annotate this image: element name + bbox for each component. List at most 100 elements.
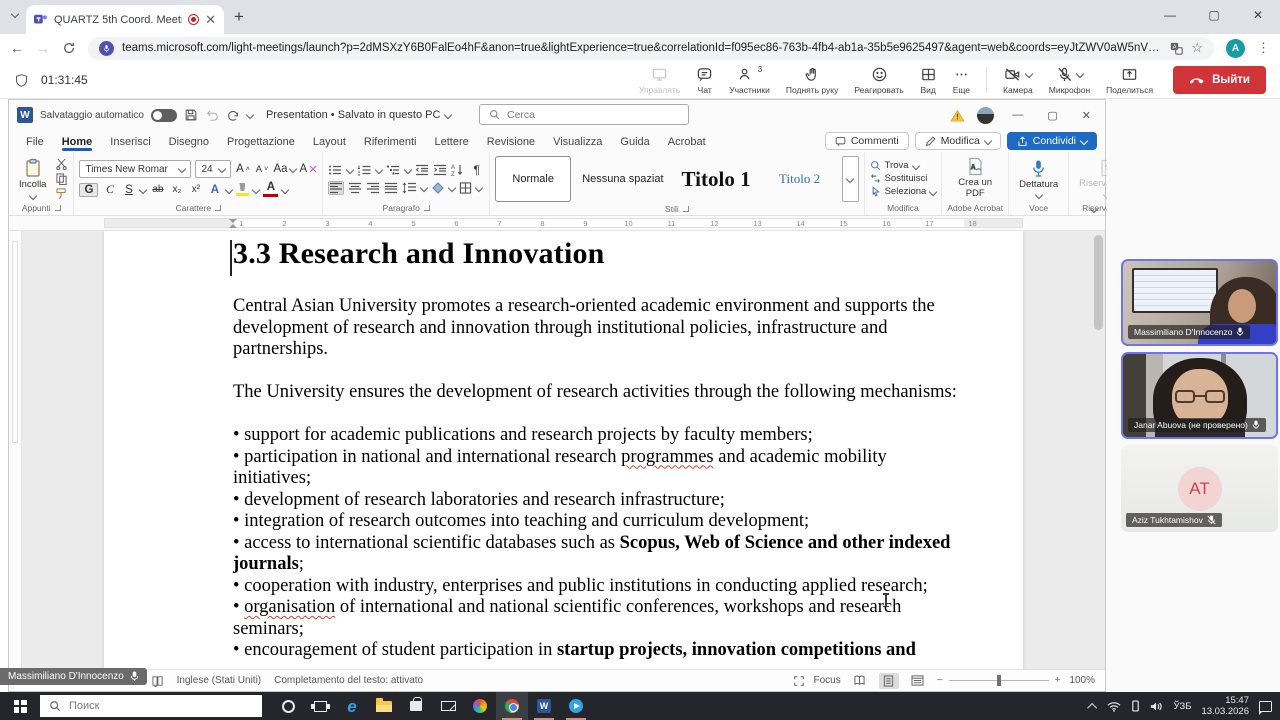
font-color-chevron-icon[interactable] [281,185,289,193]
url-text[interactable]: teams.microsoft.com/light-meetings/launc… [122,42,1162,54]
camera-button[interactable]: Камера [995,64,1041,97]
styles-more-button[interactable] [842,156,859,202]
browser-restore-button[interactable]: ▢ [1192,0,1236,30]
chat-button[interactable]: Чат [688,64,721,97]
browser-close-button[interactable]: ✕ [1236,0,1280,30]
taskbar-search-input[interactable] [69,700,253,712]
grow-font-button[interactable]: A˄ [235,163,250,175]
taskbar-photos-button[interactable] [464,692,496,720]
taskbar-taskview-button[interactable] [304,692,336,720]
qat-customize-chevron-icon[interactable] [246,111,254,119]
react-button[interactable]: Реагировать [846,64,911,97]
align-right-button[interactable] [366,182,380,194]
volume-icon[interactable] [1150,701,1163,712]
wifi-icon[interactable] [1107,701,1121,712]
change-case-button[interactable]: Aa [273,163,295,175]
view-button[interactable]: Вид [912,64,945,97]
select-button[interactable]: Seleziona [870,186,937,197]
decrease-indent-button[interactable] [415,164,429,176]
cut-icon[interactable] [55,158,68,170]
vertical-ruler[interactable] [9,231,22,669]
copy-icon[interactable] [55,173,68,185]
zoom-knob[interactable] [997,675,1001,686]
undo-icon[interactable] [205,108,219,122]
underline-chevron-icon[interactable] [139,185,147,193]
sort-button[interactable]: AZ [451,164,465,176]
word-vertical-scrollbar[interactable] [1094,235,1103,330]
show-formatting-button[interactable]: ¶ [469,163,484,177]
shrink-font-button[interactable]: A˅ [254,164,269,175]
underline-button[interactable]: S [121,184,136,196]
word-account-avatar[interactable] [977,107,994,124]
language-switcher[interactable]: ЎЗБ [1173,701,1191,712]
tab-revisione[interactable]: Revisione [478,133,544,150]
tab-visualizza[interactable]: Visualizza [544,133,611,150]
clipboard-dialog-launcher[interactable] [55,205,61,211]
editing-mode-button[interactable]: Modifica [915,132,1001,150]
paste-button[interactable]: Incolla [14,157,51,200]
bullets-button[interactable] [328,164,343,176]
justify-button[interactable] [384,182,398,194]
tab-riferimenti[interactable]: Riferimenti [355,133,426,150]
tab-close-icon[interactable]: ✕ [205,13,216,26]
numbering-button[interactable] [357,164,372,176]
proofing-icon[interactable] [151,675,164,687]
forward-icon[interactable]: → [36,40,50,56]
zoom-in-icon[interactable]: + [1055,675,1061,686]
subscript-button[interactable]: x₂ [169,184,184,195]
tab-home[interactable]: Home [53,133,102,150]
save-icon[interactable] [184,108,198,122]
styles-dialog-launcher[interactable] [683,206,689,212]
share-document-button[interactable]: Condividi [1007,132,1097,150]
taskbar-cortana-button[interactable] [272,692,304,720]
taskbar-chrome-button[interactable] [496,692,528,720]
participant-tile[interactable]: AT Aziz Tukhtamishov [1121,445,1278,532]
participant-tile[interactable]: Massimiliano D'Innocenzo [1121,259,1278,346]
format-painter-icon[interactable] [55,188,68,200]
omnibox[interactable]: teams.microsoft.com/light-meetings/launc… [88,37,1214,60]
word-search-box[interactable] [479,104,689,125]
browser-minimize-button[interactable]: — [1148,0,1192,30]
warning-icon[interactable] [950,109,965,122]
font-name-combo[interactable]: Times New Romar [79,160,191,178]
style-normal[interactable]: Normale [495,156,571,202]
participants-button[interactable]: 3 Участники [721,64,778,97]
focus-label[interactable]: Focus [814,675,841,686]
bookmark-star-icon[interactable]: ☆ [1191,40,1203,56]
microphone-button[interactable]: Микрофон [1041,64,1098,97]
style-heading2[interactable]: Titolo 2 [762,156,838,202]
create-pdf-button[interactable]: A Crea un PDF [947,156,1003,201]
tray-expand-icon[interactable] [1088,702,1098,712]
text-effects-chevron-icon[interactable] [225,185,233,193]
find-button[interactable]: Trova [870,160,937,171]
font-size-combo[interactable]: 24 [195,160,231,178]
raise-hand-button[interactable]: Поднять руку [778,64,847,97]
tab-acrobat[interactable]: Acrobat [659,133,715,150]
start-button[interactable] [0,692,40,720]
new-tab-button[interactable]: + [234,8,244,25]
print-layout-button[interactable] [879,673,899,689]
increase-indent-button[interactable] [433,164,447,176]
word-minimize-button[interactable]: — [1006,109,1029,121]
shading-button[interactable] [431,182,445,194]
leave-meeting-button[interactable]: Выйти [1173,66,1266,94]
highlight-chevron-icon[interactable] [252,185,260,193]
tab-guida[interactable]: Guida [611,133,658,150]
tab-search-chevron-icon[interactable] [12,4,18,22]
autosave-toggle[interactable] [151,109,177,122]
highlight-button[interactable] [236,183,249,196]
comments-button[interactable]: Commenti [825,132,909,150]
redo-icon[interactable] [226,108,240,122]
tab-file[interactable]: File [17,133,53,150]
zoom-out-icon[interactable]: − [937,675,943,686]
taskbar-explorer-button[interactable] [368,692,400,720]
language-indicator[interactable]: Inglese (Stati Uniti) [177,675,261,686]
word-close-button[interactable]: ✕ [1076,109,1097,122]
device-icon[interactable] [1131,700,1140,712]
text-effects-button[interactable]: A [207,184,222,196]
microphone-chevron-icon[interactable] [1076,70,1084,78]
read-mode-button[interactable] [850,673,870,689]
browser-menu-icon[interactable]: ⋮ [1257,40,1270,56]
multilevel-list-button[interactable] [386,164,401,176]
camera-chevron-icon[interactable] [1025,70,1033,78]
